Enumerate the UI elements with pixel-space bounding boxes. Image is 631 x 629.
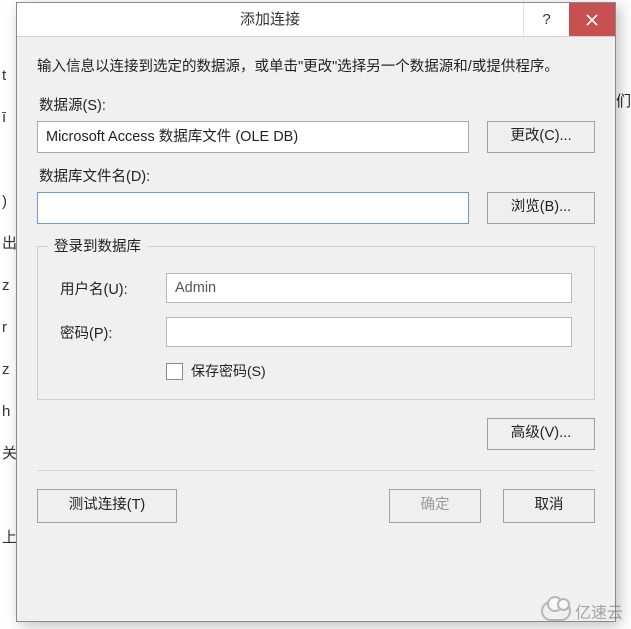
background-fragment-right: 们 xyxy=(616,90,631,111)
test-connection-button[interactable]: 测试连接(T) xyxy=(37,489,177,523)
dbfile-label: 数据库文件名(D): xyxy=(39,165,595,186)
cloud-icon xyxy=(541,601,571,621)
intro-text: 输入信息以连接到选定的数据源，或单击"更改"选择另一个数据源和/或提供程序。 xyxy=(37,55,595,80)
login-legend: 登录到数据库 xyxy=(48,235,147,256)
advanced-button[interactable]: 高级(V)... xyxy=(487,418,595,450)
add-connection-dialog: 添加连接 ? 输入信息以连接到选定的数据源，或单击"更改"选择另一个数据源和/或… xyxy=(16,2,616,622)
browse-button[interactable]: 浏览(B)... xyxy=(487,192,595,224)
password-label: 密码(P): xyxy=(60,322,166,343)
window-title: 添加连接 xyxy=(17,3,523,36)
datasource-label: 数据源(S): xyxy=(39,94,595,115)
close-icon xyxy=(586,14,598,26)
watermark-text: 亿速云 xyxy=(575,599,623,623)
change-button[interactable]: 更改(C)... xyxy=(487,121,595,153)
titlebar: 添加连接 ? xyxy=(17,3,615,37)
save-password-checkbox[interactable] xyxy=(166,363,183,380)
help-button[interactable]: ? xyxy=(523,3,569,36)
username-label: 用户名(U): xyxy=(60,278,166,299)
username-input[interactable] xyxy=(166,273,572,303)
watermark: 亿速云 xyxy=(541,599,623,623)
dbfile-input[interactable] xyxy=(37,192,469,224)
cancel-button[interactable]: 取消 xyxy=(503,489,595,523)
login-groupbox: 登录到数据库 用户名(U): 密码(P): 保存密码(S) xyxy=(37,246,595,400)
save-password-label: 保存密码(S) xyxy=(191,361,266,381)
close-button[interactable] xyxy=(569,3,615,36)
password-input[interactable] xyxy=(166,317,572,347)
background-fragment: tī )出zrzh关 上 xyxy=(2,55,12,615)
datasource-value: Microsoft Access 数据库文件 (OLE DB) xyxy=(37,121,469,153)
ok-button[interactable]: 确定 xyxy=(389,489,481,523)
